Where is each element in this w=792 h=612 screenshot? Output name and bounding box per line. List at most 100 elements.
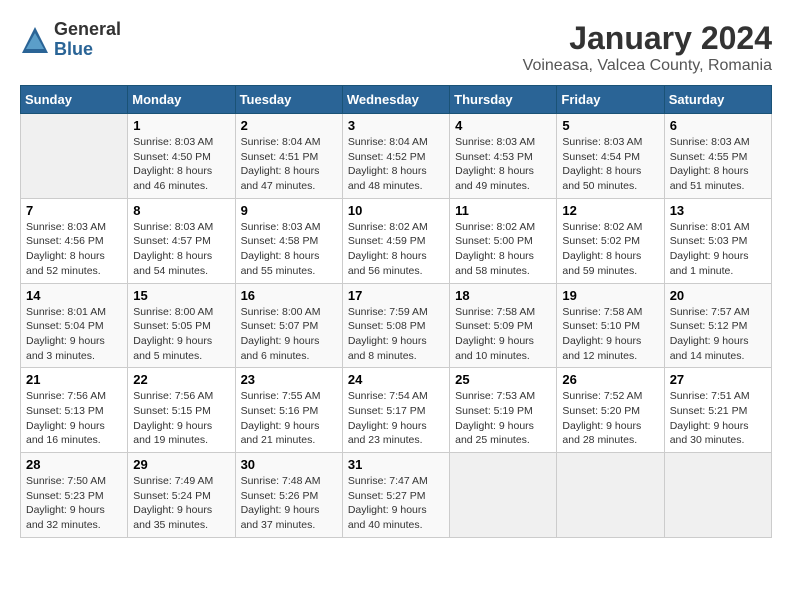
calendar-cell: 28 Sunrise: 7:50 AMSunset: 5:23 PMDaylig… — [21, 453, 128, 538]
day-info: Sunrise: 8:01 AMSunset: 5:04 PMDaylight:… — [26, 306, 106, 362]
calendar-week-4: 21 Sunrise: 7:56 AMSunset: 5:13 PMDaylig… — [21, 368, 772, 453]
calendar-cell — [21, 114, 128, 199]
day-number: 1 — [133, 118, 229, 133]
calendar-cell: 3 Sunrise: 8:04 AMSunset: 4:52 PMDayligh… — [342, 114, 449, 199]
day-info: Sunrise: 8:02 AMSunset: 5:00 PMDaylight:… — [455, 221, 535, 277]
day-number: 31 — [348, 457, 444, 472]
day-number: 4 — [455, 118, 551, 133]
calendar-table: SundayMondayTuesdayWednesdayThursdayFrid… — [20, 85, 772, 538]
day-info: Sunrise: 8:03 AMSunset: 4:56 PMDaylight:… — [26, 221, 106, 277]
day-number: 6 — [670, 118, 766, 133]
day-number: 16 — [241, 288, 337, 303]
day-info: Sunrise: 7:53 AMSunset: 5:19 PMDaylight:… — [455, 390, 535, 446]
calendar-cell: 5 Sunrise: 8:03 AMSunset: 4:54 PMDayligh… — [557, 114, 664, 199]
calendar-cell: 1 Sunrise: 8:03 AMSunset: 4:50 PMDayligh… — [128, 114, 235, 199]
calendar-cell — [664, 453, 771, 538]
day-number: 19 — [562, 288, 658, 303]
day-info: Sunrise: 7:48 AMSunset: 5:26 PMDaylight:… — [241, 475, 321, 531]
day-info: Sunrise: 7:56 AMSunset: 5:13 PMDaylight:… — [26, 390, 106, 446]
day-number: 30 — [241, 457, 337, 472]
day-info: Sunrise: 7:47 AMSunset: 5:27 PMDaylight:… — [348, 475, 428, 531]
day-info: Sunrise: 7:55 AMSunset: 5:16 PMDaylight:… — [241, 390, 321, 446]
day-number: 13 — [670, 203, 766, 218]
calendar-cell: 19 Sunrise: 7:58 AMSunset: 5:10 PMDaylig… — [557, 283, 664, 368]
day-number: 25 — [455, 372, 551, 387]
day-number: 17 — [348, 288, 444, 303]
calendar-cell: 12 Sunrise: 8:02 AMSunset: 5:02 PMDaylig… — [557, 198, 664, 283]
day-number: 11 — [455, 203, 551, 218]
logo-blue: Blue — [54, 40, 121, 60]
day-info: Sunrise: 8:04 AMSunset: 4:51 PMDaylight:… — [241, 136, 321, 192]
calendar-cell: 15 Sunrise: 8:00 AMSunset: 5:05 PMDaylig… — [128, 283, 235, 368]
calendar-cell: 27 Sunrise: 7:51 AMSunset: 5:21 PMDaylig… — [664, 368, 771, 453]
weekday-header-thursday: Thursday — [450, 86, 557, 114]
calendar-cell: 25 Sunrise: 7:53 AMSunset: 5:19 PMDaylig… — [450, 368, 557, 453]
day-number: 22 — [133, 372, 229, 387]
calendar-cell: 8 Sunrise: 8:03 AMSunset: 4:57 PMDayligh… — [128, 198, 235, 283]
calendar-cell: 31 Sunrise: 7:47 AMSunset: 5:27 PMDaylig… — [342, 453, 449, 538]
calendar-cell: 23 Sunrise: 7:55 AMSunset: 5:16 PMDaylig… — [235, 368, 342, 453]
day-number: 15 — [133, 288, 229, 303]
day-info: Sunrise: 7:58 AMSunset: 5:10 PMDaylight:… — [562, 306, 642, 362]
calendar-cell: 26 Sunrise: 7:52 AMSunset: 5:20 PMDaylig… — [557, 368, 664, 453]
logo: General Blue — [20, 20, 121, 60]
calendar-cell: 6 Sunrise: 8:03 AMSunset: 4:55 PMDayligh… — [664, 114, 771, 199]
logo-text: General Blue — [54, 20, 121, 60]
page-header: General Blue January 2024 Voineasa, Valc… — [20, 20, 772, 75]
day-info: Sunrise: 7:51 AMSunset: 5:21 PMDaylight:… — [670, 390, 750, 446]
day-info: Sunrise: 8:03 AMSunset: 4:57 PMDaylight:… — [133, 221, 213, 277]
weekday-header-friday: Friday — [557, 86, 664, 114]
calendar-cell: 30 Sunrise: 7:48 AMSunset: 5:26 PMDaylig… — [235, 453, 342, 538]
subtitle: Voineasa, Valcea County, Romania — [523, 57, 772, 75]
day-info: Sunrise: 8:00 AMSunset: 5:05 PMDaylight:… — [133, 306, 213, 362]
day-number: 14 — [26, 288, 122, 303]
calendar-cell: 2 Sunrise: 8:04 AMSunset: 4:51 PMDayligh… — [235, 114, 342, 199]
day-number: 21 — [26, 372, 122, 387]
day-number: 18 — [455, 288, 551, 303]
day-number: 7 — [26, 203, 122, 218]
calendar-cell — [557, 453, 664, 538]
day-info: Sunrise: 7:58 AMSunset: 5:09 PMDaylight:… — [455, 306, 535, 362]
logo-general: General — [54, 20, 121, 40]
day-info: Sunrise: 8:03 AMSunset: 4:53 PMDaylight:… — [455, 136, 535, 192]
calendar-cell: 29 Sunrise: 7:49 AMSunset: 5:24 PMDaylig… — [128, 453, 235, 538]
calendar-cell: 9 Sunrise: 8:03 AMSunset: 4:58 PMDayligh… — [235, 198, 342, 283]
day-info: Sunrise: 8:00 AMSunset: 5:07 PMDaylight:… — [241, 306, 321, 362]
day-number: 27 — [670, 372, 766, 387]
calendar-cell: 18 Sunrise: 7:58 AMSunset: 5:09 PMDaylig… — [450, 283, 557, 368]
calendar-cell: 4 Sunrise: 8:03 AMSunset: 4:53 PMDayligh… — [450, 114, 557, 199]
day-number: 5 — [562, 118, 658, 133]
calendar-cell: 21 Sunrise: 7:56 AMSunset: 5:13 PMDaylig… — [21, 368, 128, 453]
day-info: Sunrise: 8:03 AMSunset: 4:50 PMDaylight:… — [133, 136, 213, 192]
day-number: 29 — [133, 457, 229, 472]
day-info: Sunrise: 7:50 AMSunset: 5:23 PMDaylight:… — [26, 475, 106, 531]
day-number: 3 — [348, 118, 444, 133]
calendar-cell: 22 Sunrise: 7:56 AMSunset: 5:15 PMDaylig… — [128, 368, 235, 453]
calendar-cell: 20 Sunrise: 7:57 AMSunset: 5:12 PMDaylig… — [664, 283, 771, 368]
weekday-header-row: SundayMondayTuesdayWednesdayThursdayFrid… — [21, 86, 772, 114]
logo-icon — [20, 25, 50, 55]
day-info: Sunrise: 8:03 AMSunset: 4:54 PMDaylight:… — [562, 136, 642, 192]
main-title: January 2024 — [523, 20, 772, 57]
day-info: Sunrise: 8:03 AMSunset: 4:55 PMDaylight:… — [670, 136, 750, 192]
calendar-cell: 7 Sunrise: 8:03 AMSunset: 4:56 PMDayligh… — [21, 198, 128, 283]
calendar-cell: 13 Sunrise: 8:01 AMSunset: 5:03 PMDaylig… — [664, 198, 771, 283]
calendar-cell: 17 Sunrise: 7:59 AMSunset: 5:08 PMDaylig… — [342, 283, 449, 368]
calendar-cell: 10 Sunrise: 8:02 AMSunset: 4:59 PMDaylig… — [342, 198, 449, 283]
day-number: 23 — [241, 372, 337, 387]
day-number: 8 — [133, 203, 229, 218]
day-number: 28 — [26, 457, 122, 472]
day-number: 2 — [241, 118, 337, 133]
title-block: January 2024 Voineasa, Valcea County, Ro… — [523, 20, 772, 75]
day-info: Sunrise: 7:57 AMSunset: 5:12 PMDaylight:… — [670, 306, 750, 362]
day-number: 9 — [241, 203, 337, 218]
day-info: Sunrise: 8:02 AMSunset: 4:59 PMDaylight:… — [348, 221, 428, 277]
day-info: Sunrise: 7:54 AMSunset: 5:17 PMDaylight:… — [348, 390, 428, 446]
calendar-cell: 11 Sunrise: 8:02 AMSunset: 5:00 PMDaylig… — [450, 198, 557, 283]
weekday-header-monday: Monday — [128, 86, 235, 114]
calendar-cell: 14 Sunrise: 8:01 AMSunset: 5:04 PMDaylig… — [21, 283, 128, 368]
day-info: Sunrise: 7:56 AMSunset: 5:15 PMDaylight:… — [133, 390, 213, 446]
day-info: Sunrise: 7:49 AMSunset: 5:24 PMDaylight:… — [133, 475, 213, 531]
weekday-header-sunday: Sunday — [21, 86, 128, 114]
day-number: 12 — [562, 203, 658, 218]
